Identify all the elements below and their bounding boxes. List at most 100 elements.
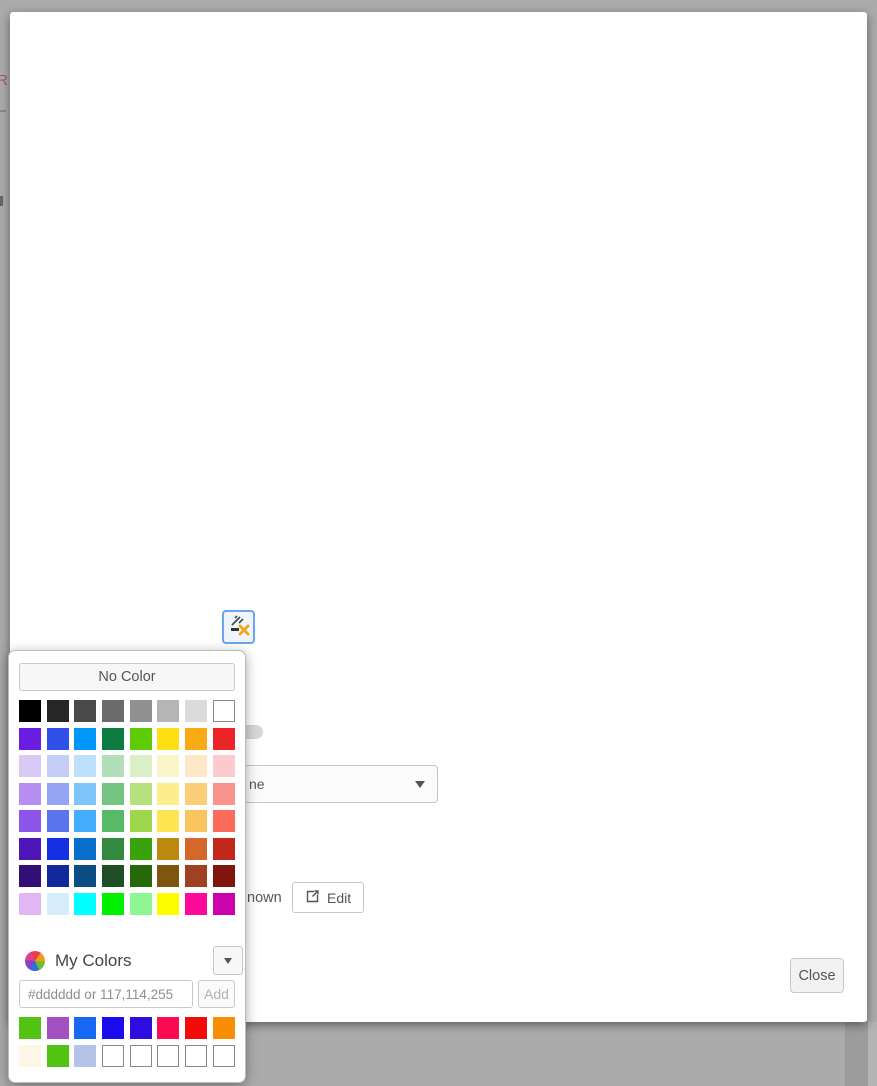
chevron-down-icon — [415, 781, 425, 788]
color-swatch[interactable] — [157, 700, 179, 722]
color-swatch[interactable] — [185, 865, 207, 887]
color-swatch[interactable] — [47, 728, 69, 750]
custom-colors-grid — [19, 1017, 235, 1067]
color-swatch[interactable] — [130, 893, 152, 915]
color-swatch[interactable] — [185, 893, 207, 915]
color-swatch[interactable] — [19, 810, 41, 832]
color-swatch[interactable] — [74, 838, 96, 860]
color-swatch[interactable] — [130, 865, 152, 887]
color-swatch[interactable] — [157, 865, 179, 887]
color-swatch[interactable] — [213, 728, 235, 750]
color-swatch[interactable] — [74, 728, 96, 750]
color-swatch[interactable] — [130, 755, 152, 777]
color-swatch[interactable] — [102, 865, 124, 887]
color-swatch[interactable] — [157, 893, 179, 915]
color-swatch[interactable] — [19, 728, 41, 750]
color-swatch[interactable] — [185, 755, 207, 777]
color-swatch[interactable] — [185, 1045, 207, 1067]
color-swatch[interactable] — [19, 838, 41, 860]
color-swatch[interactable] — [102, 810, 124, 832]
add-color-button[interactable]: Add — [198, 980, 235, 1008]
color-swatch[interactable] — [74, 755, 96, 777]
color-swatch[interactable] — [102, 700, 124, 722]
color-swatch[interactable] — [157, 1045, 179, 1067]
color-swatch[interactable] — [185, 838, 207, 860]
color-swatch[interactable] — [19, 1045, 41, 1067]
color-swatch[interactable] — [74, 893, 96, 915]
color-swatch[interactable] — [102, 893, 124, 915]
color-swatch[interactable] — [157, 783, 179, 805]
color-swatch[interactable] — [185, 810, 207, 832]
color-swatch[interactable] — [213, 755, 235, 777]
color-swatch[interactable] — [47, 838, 69, 860]
chevron-down-icon — [224, 958, 232, 964]
color-swatch[interactable] — [47, 783, 69, 805]
color-swatch[interactable] — [74, 1017, 96, 1039]
color-swatch[interactable] — [157, 728, 179, 750]
color-swatch[interactable] — [19, 893, 41, 915]
color-swatch[interactable] — [47, 1017, 69, 1039]
color-swatch[interactable] — [213, 893, 235, 915]
color-swatch[interactable] — [185, 700, 207, 722]
obscured-select-value: ne — [249, 776, 265, 792]
color-swatch[interactable] — [19, 1017, 41, 1039]
color-swatch[interactable] — [19, 865, 41, 887]
color-swatch[interactable] — [213, 865, 235, 887]
color-swatch[interactable] — [47, 893, 69, 915]
color-swatch[interactable] — [185, 783, 207, 805]
color-swatch[interactable] — [74, 1045, 96, 1067]
color-swatch[interactable] — [102, 838, 124, 860]
background-color-button[interactable] — [222, 610, 255, 644]
color-swatch[interactable] — [157, 1017, 179, 1039]
color-swatch[interactable] — [47, 810, 69, 832]
my-colors-title: My Colors — [55, 951, 213, 971]
color-swatch[interactable] — [130, 1017, 152, 1039]
color-swatch[interactable] — [213, 838, 235, 860]
my-colors-dropdown-button[interactable] — [213, 946, 243, 975]
color-swatch[interactable] — [102, 1017, 124, 1039]
background-panel-edge — [868, 1022, 877, 1086]
color-swatch[interactable] — [157, 838, 179, 860]
color-swatch[interactable] — [130, 783, 152, 805]
no-fill-color-icon — [227, 613, 251, 642]
color-swatch[interactable] — [213, 810, 235, 832]
color-swatch[interactable] — [130, 728, 152, 750]
edit-button[interactable]: Edit — [292, 882, 364, 913]
color-swatch[interactable] — [47, 1045, 69, 1067]
background-text-fragment: R — [0, 72, 8, 89]
color-swatch[interactable] — [213, 1017, 235, 1039]
color-swatch[interactable] — [102, 755, 124, 777]
color-swatch[interactable] — [130, 700, 152, 722]
color-swatch[interactable] — [130, 838, 152, 860]
color-swatch[interactable] — [102, 783, 124, 805]
obscured-select[interactable]: ne — [222, 765, 438, 803]
no-color-button[interactable]: No Color — [19, 663, 235, 691]
color-swatch[interactable] — [130, 1045, 152, 1067]
color-wheel-icon — [25, 951, 45, 971]
color-swatch[interactable] — [213, 783, 235, 805]
color-swatch[interactable] — [47, 700, 69, 722]
close-button[interactable]: Close — [790, 958, 844, 993]
color-swatch[interactable] — [47, 755, 69, 777]
color-swatch[interactable] — [19, 755, 41, 777]
screen: { "window": { "title": "Document Propert… — [0, 0, 877, 1086]
color-swatch[interactable] — [213, 700, 235, 722]
custom-color-input[interactable] — [19, 980, 193, 1008]
color-swatch[interactable] — [157, 755, 179, 777]
color-palette-grid — [19, 700, 235, 915]
color-swatch[interactable] — [74, 700, 96, 722]
color-swatch[interactable] — [19, 783, 41, 805]
color-swatch[interactable] — [47, 865, 69, 887]
color-swatch[interactable] — [130, 810, 152, 832]
color-swatch[interactable] — [74, 865, 96, 887]
color-swatch[interactable] — [102, 1045, 124, 1067]
color-swatch[interactable] — [74, 810, 96, 832]
color-swatch[interactable] — [157, 810, 179, 832]
my-colors-header-row: My Colors — [25, 946, 243, 975]
color-swatch[interactable] — [19, 700, 41, 722]
color-swatch[interactable] — [185, 1017, 207, 1039]
color-swatch[interactable] — [213, 1045, 235, 1067]
color-swatch[interactable] — [102, 728, 124, 750]
color-swatch[interactable] — [185, 728, 207, 750]
color-swatch[interactable] — [74, 783, 96, 805]
